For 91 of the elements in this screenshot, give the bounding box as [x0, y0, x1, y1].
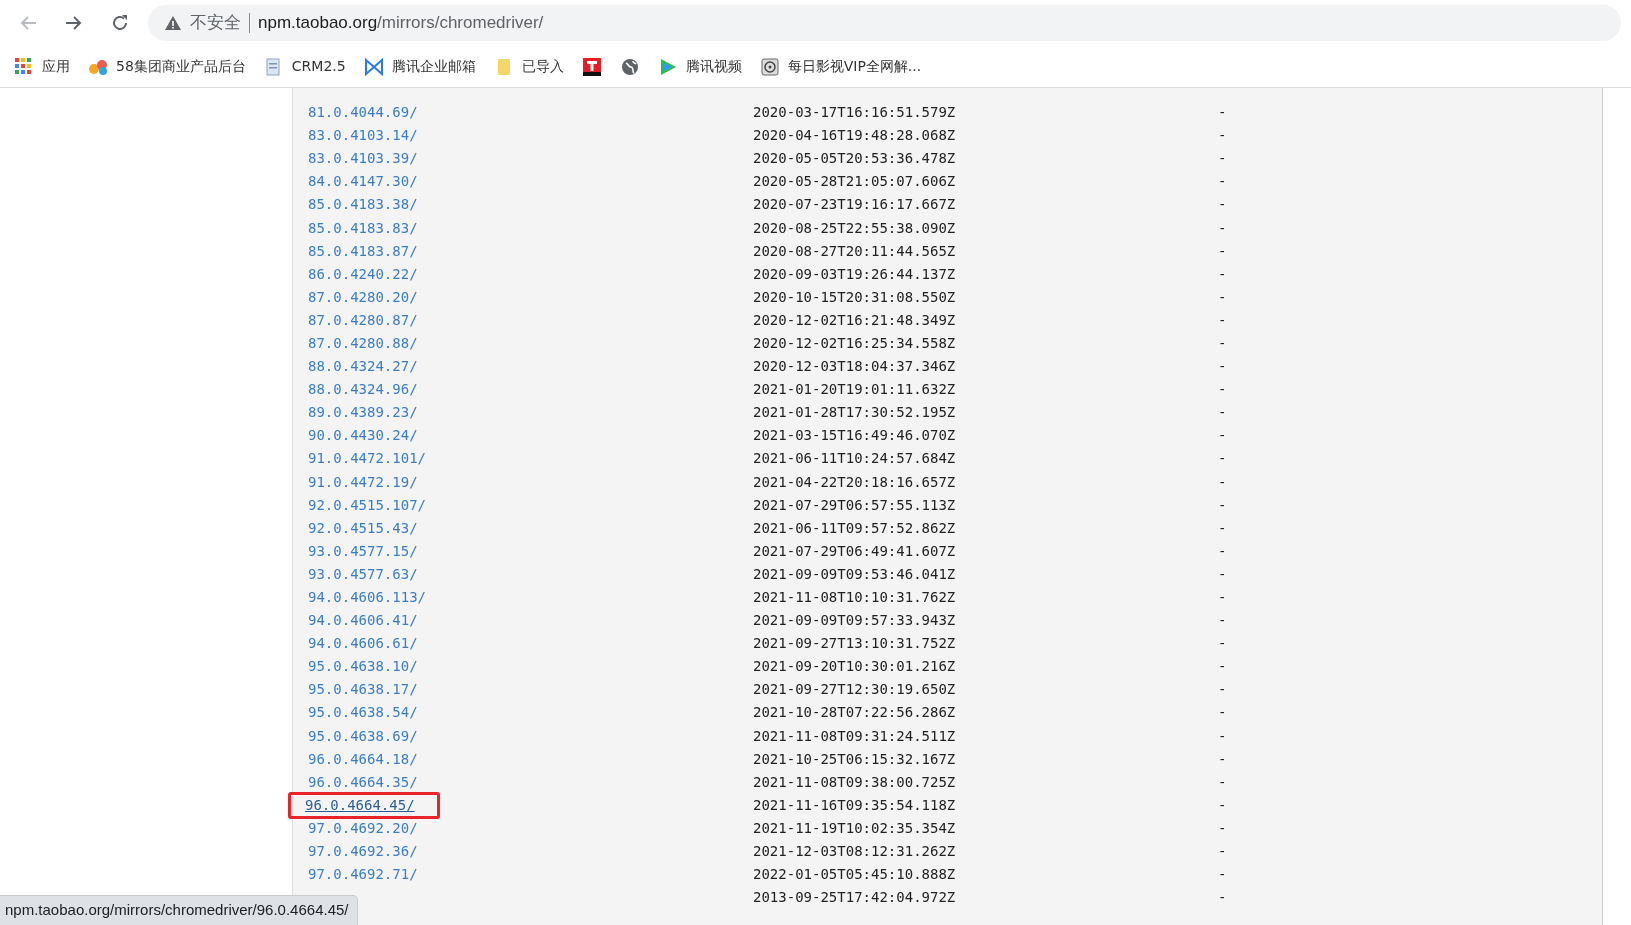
file-size: -: [1218, 473, 1227, 490]
modified-date: 2021-09-09T09:57:33.943Z: [753, 612, 956, 629]
modified-date: 2020-05-28T21:05:07.606Z: [753, 173, 956, 190]
globe-icon: [619, 56, 640, 77]
file-size: -: [1218, 727, 1227, 744]
file-size: -: [1218, 658, 1227, 675]
directory-link[interactable]: 96.0.4664.45/: [288, 791, 440, 819]
modified-date: 2020-12-02T16:25:34.558Z: [753, 335, 956, 351]
modified-date: 2021-07-29T06:49:41.607Z: [753, 542, 956, 559]
bookmark-item[interactable]: 腾讯视频: [657, 56, 742, 77]
modified-date: 2021-10-25T06:15:32.167Z: [753, 750, 956, 767]
warning-icon: [164, 14, 182, 32]
file-size: -: [1218, 219, 1227, 236]
modified-date: 2021-09-20T10:30:01.216Z: [753, 658, 956, 675]
modified-date: 2021-04-22T20:18:16.657Z: [753, 473, 956, 490]
file-size: -: [1218, 404, 1227, 421]
t-square-icon: [581, 56, 602, 77]
file-size: -: [1218, 496, 1227, 513]
reload-icon: [110, 13, 130, 33]
file-size: -: [1218, 866, 1227, 883]
modified-date: 2021-11-08T09:31:24.511Z: [753, 727, 956, 744]
bookmark-item[interactable]: 每日影视VIP全网解...: [759, 56, 922, 77]
file-size: -: [1218, 773, 1227, 790]
status-url-tooltip: npm.taobao.org/mirrors/chromedriver/96.0.4664.45/: [0, 894, 358, 925]
bookmark-item[interactable]: [581, 56, 602, 77]
file-size: -: [1218, 519, 1227, 536]
file-size: -: [1218, 335, 1227, 351]
file-size: -: [1218, 196, 1227, 213]
file-size: -: [1218, 704, 1227, 721]
bowtie-icon: [363, 56, 384, 77]
modified-date: 2013-09-25T17:42:04.972Z: [753, 889, 956, 906]
modified-date: 2021-06-11T10:24:57.684Z: [753, 450, 956, 467]
file-size: -: [1218, 450, 1227, 467]
file-size: -: [1218, 889, 1227, 906]
file-size: -: [1218, 150, 1227, 167]
modified-date: 2020-10-15T20:31:08.550Z: [753, 288, 956, 305]
bookmark-item[interactable]: 58集团商业产品后台: [88, 56, 246, 77]
file-size: -: [1218, 843, 1227, 860]
modified-date: 2021-12-03T08:12:31.262Z: [753, 843, 956, 860]
modified-date: 2021-01-20T19:01:11.632Z: [753, 381, 956, 398]
modified-date: 2020-04-16T19:48:28.068Z: [753, 127, 956, 144]
file-size: -: [1218, 288, 1227, 305]
file-size: -: [1218, 796, 1227, 813]
modified-date: 2021-11-16T09:35:54.118Z: [753, 796, 956, 813]
modified-date: 2021-09-27T12:30:19.650Z: [753, 681, 956, 698]
file-size: -: [1218, 381, 1227, 398]
file-size: -: [1218, 635, 1227, 652]
modified-date: 2020-08-27T20:11:44.565Z: [753, 242, 956, 259]
file-size: -: [1218, 612, 1227, 629]
bookmark-item[interactable]: 腾讯企业邮箱: [363, 56, 476, 77]
file-size: -: [1218, 242, 1227, 259]
modified-date: 2020-08-25T22:55:38.090Z: [753, 219, 956, 236]
security-label: 不安全: [190, 12, 241, 35]
file-size: -: [1218, 104, 1227, 121]
modified-date: 2020-03-17T16:16:51.579Z: [753, 104, 956, 121]
modified-date: 2020-07-23T19:16:17.667Z: [753, 196, 956, 213]
bookmark-item[interactable]: 应用: [14, 56, 70, 77]
modified-date: 2020-05-05T20:53:36.478Z: [753, 150, 956, 167]
file-size: -: [1218, 750, 1227, 767]
modified-date: 2020-12-03T18:04:37.346Z: [753, 358, 956, 375]
modified-date: 2021-11-19T10:02:35.354Z: [753, 819, 956, 836]
modified-date: 2021-09-09T09:53:46.041Z: [753, 565, 956, 582]
file-size: -: [1218, 311, 1227, 328]
film-reel-icon: [759, 56, 780, 77]
modified-date: 2021-07-29T06:57:55.113Z: [753, 496, 956, 513]
bookmark-item[interactable]: CRM2.5: [263, 56, 346, 77]
bookmark-item[interactable]: [619, 56, 640, 77]
bookmark-item[interactable]: 已导入: [493, 56, 564, 77]
modified-date: 2021-06-11T09:57:52.862Z: [753, 519, 956, 536]
file-size: -: [1218, 127, 1227, 144]
file-size: -: [1218, 173, 1227, 190]
modified-date: 2020-09-03T19:26:44.137Z: [753, 265, 956, 282]
modified-date: 2022-01-05T05:45:10.888Z: [753, 866, 956, 883]
file-size: -: [1218, 427, 1227, 444]
modified-date: 2021-09-27T13:10:31.752Z: [753, 635, 956, 652]
file-size: -: [1218, 819, 1227, 836]
file-size: -: [1218, 542, 1227, 559]
modified-date: 2021-03-15T16:49:46.070Z: [753, 427, 956, 444]
url-text: npm.taobao.org/mirrors/chromedriver/: [258, 12, 544, 35]
file-size: -: [1218, 681, 1227, 698]
modified-date: 2021-10-28T07:22:56.286Z: [753, 704, 956, 721]
file-size: -: [1218, 565, 1227, 582]
address-bar[interactable]: 不安全 npm.taobao.org/mirrors/chromedriver/: [148, 5, 1621, 41]
modified-date: 2020-12-02T16:21:48.349Z: [753, 311, 956, 328]
file-size: -: [1218, 358, 1227, 375]
file-size: -: [1218, 265, 1227, 282]
modified-date: 2021-01-28T17:30:52.195Z: [753, 404, 956, 421]
apps-grid-icon: [14, 56, 34, 77]
modified-date: 2021-11-08T10:10:31.762Z: [753, 589, 956, 605]
modified-date: 2021-11-08T09:38:00.725Z: [753, 773, 956, 790]
file-size: -: [1218, 589, 1227, 605]
